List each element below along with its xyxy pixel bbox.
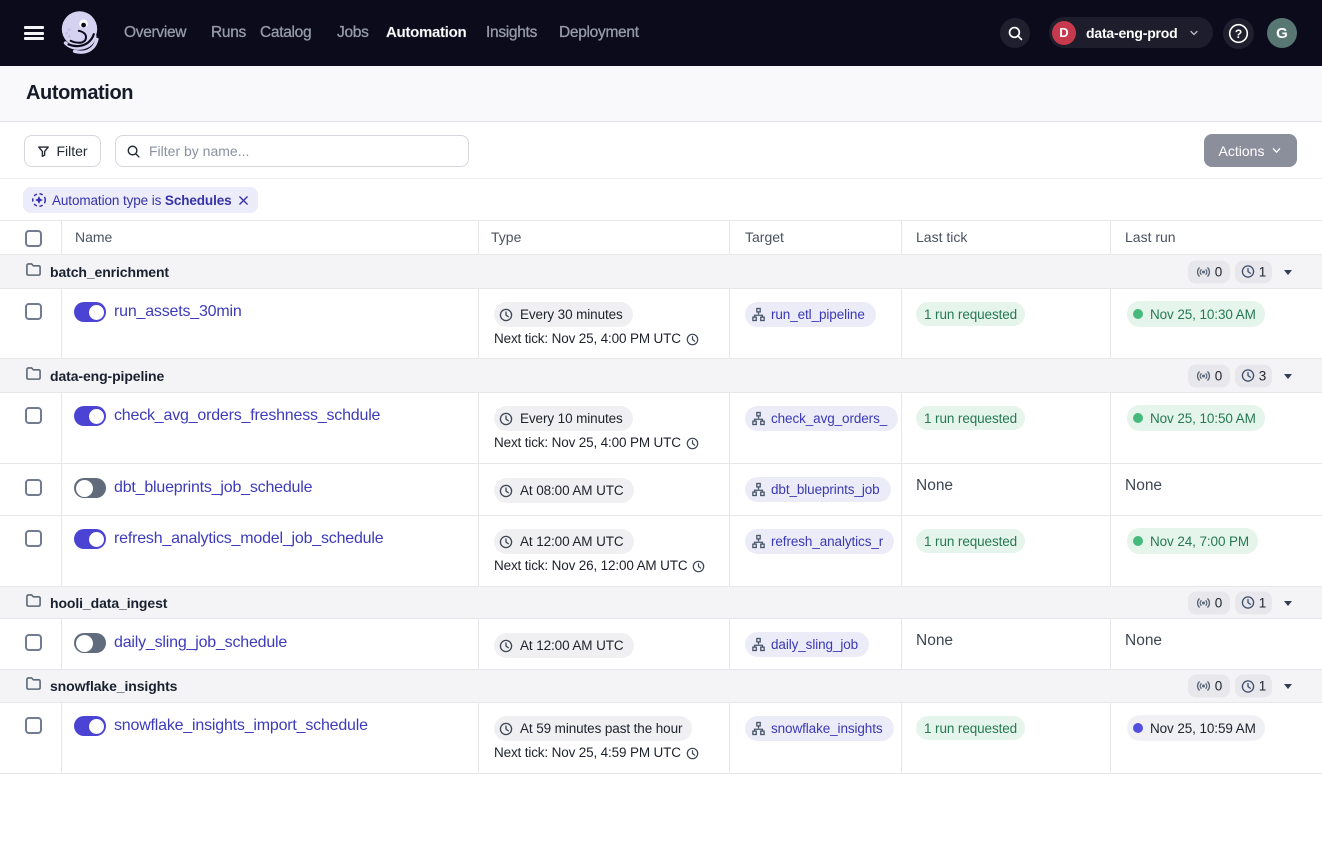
svg-text:?: ?	[1235, 26, 1242, 40]
